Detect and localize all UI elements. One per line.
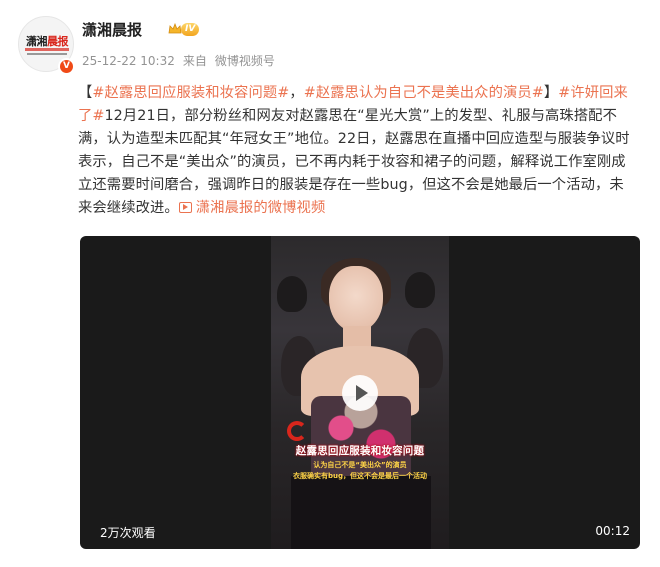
post-source[interactable]: 微博视频号 — [215, 54, 275, 68]
overlay-subtitle-2: 衣服确实有bug，但这不会是最后一个活动 — [292, 472, 427, 480]
author-name[interactable]: 潇湘晨报 — [82, 19, 142, 40]
avatar-logo-stripe — [25, 48, 69, 51]
post-header: 潇湘晨报 V 潇湘晨报 IV 25-12-22 10:32 来自 微博视频号 — [18, 16, 638, 80]
post-meta: 25-12-22 10:32 来自 微博视频号 — [82, 52, 283, 69]
post-text: 【#赵露思回应服装和妆容问题#，#赵露思认为自己不是美出众的演员#】#许妍回来了… — [78, 82, 638, 220]
overlay-title: 赵露思回应服装和妆容问题 — [295, 445, 425, 457]
video-source-link[interactable]: 潇湘晨报的微博视频 — [178, 200, 326, 216]
video-link-label: 潇湘晨报的微博视频 — [195, 200, 326, 216]
avatar-logo-stripe-secondary — [27, 53, 67, 55]
level-label: IV — [181, 23, 200, 36]
verified-badge-icon: V — [58, 58, 75, 75]
level-badge[interactable]: IV — [168, 22, 206, 38]
crown-icon — [168, 23, 182, 34]
hashtag-link-1[interactable]: #赵露思回应服装和妆容问题# — [92, 85, 289, 101]
video-duration: 00:12 — [595, 524, 630, 538]
avatar-logo-text: 潇湘晨报 — [26, 35, 69, 48]
overlay-logo-icon — [287, 421, 307, 441]
view-count: 2万次观看 — [100, 526, 156, 540]
source-prefix: 来自 — [182, 54, 207, 68]
hashtag-link-2[interactable]: #赵露思认为自己不是美出众的演员# — [304, 85, 544, 101]
post-body: 12月21日，部分粉丝和网友对赵露思在“星光大赏”上的发型、礼服与高珠搭配不满，… — [78, 108, 630, 216]
video-link-icon — [178, 202, 192, 213]
video-caption-overlay: 赵露思回应服装和妆容问题 认为自己不是“美出众”的演员 衣服确实有bug，但这不… — [271, 421, 449, 481]
play-button-icon[interactable] — [342, 375, 378, 411]
bracket-close: 】 — [543, 85, 559, 101]
tag-separator: ， — [289, 85, 304, 101]
video-subject-face — [329, 266, 383, 332]
overlay-subtitle-1: 认为自己不是“美出众”的演员 — [313, 461, 407, 469]
post-timestamp[interactable]: 25-12-22 10:32 — [82, 54, 175, 68]
video-player[interactable]: 赵露思回应服装和妆容问题 认为自己不是“美出众”的演员 衣服确实有bug，但这不… — [80, 236, 640, 549]
bracket-open: 【 — [78, 85, 93, 101]
